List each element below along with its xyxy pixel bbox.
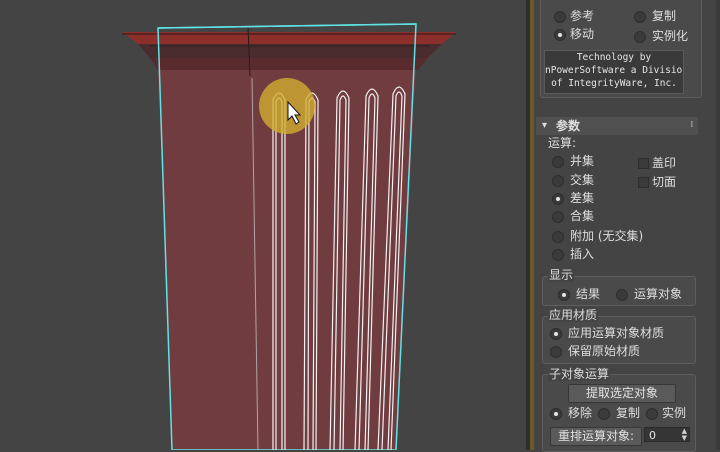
display-heading: 显示 <box>548 268 575 282</box>
credit-line-3: of IntegrityWare, Inc. <box>551 78 677 89</box>
credit-line-1: Technology by <box>576 52 652 63</box>
radio-op-union[interactable] <box>552 156 564 168</box>
label-imprint: 盖印 <box>652 156 677 170</box>
parameters-title: 参数 <box>556 119 581 133</box>
cursor-highlight <box>259 78 315 134</box>
radio-copy[interactable] <box>634 11 646 23</box>
reorder-spinner-value: 0 <box>649 429 656 442</box>
label-reference: 参考 <box>570 9 595 23</box>
label-move: 移动 <box>570 27 595 41</box>
radio-material-keep[interactable] <box>550 346 562 358</box>
spinner-arrows-icon[interactable]: ▲ ▼ <box>682 428 687 442</box>
label-copy: 复制 <box>652 9 677 23</box>
radio-op-insert[interactable] <box>552 249 564 261</box>
label-op-union: 并集 <box>570 154 595 168</box>
label-op-attach: 附加 (无交集) <box>570 229 644 243</box>
checkbox-cut-faces[interactable] <box>638 177 649 188</box>
credit-text-box: Technology by nPowerSoftware a Divisior … <box>544 50 684 94</box>
radio-extract-instance[interactable] <box>646 408 658 420</box>
command-panel: 参考 复制 移动 实例化 Technology by nPowerSoftwar… <box>534 0 720 452</box>
wireframe-cap-line <box>157 23 417 29</box>
radio-extract-move[interactable] <box>550 408 562 420</box>
radio-move[interactable] <box>554 29 566 41</box>
radio-op-subtraction[interactable] <box>552 193 564 205</box>
operation-heading: 运算: <box>548 136 577 150</box>
label-op-merge: 合集 <box>570 209 595 223</box>
label-instance: 实例化 <box>652 29 689 43</box>
label-extract-instance: 实例 <box>662 406 687 420</box>
subobject-heading: 子对象运算 <box>548 367 611 381</box>
label-op-insert: 插入 <box>570 247 595 261</box>
parameters-rollout-header[interactable]: ▾ 参数 ⁞ <box>536 117 698 135</box>
collapse-arrow-icon: ▾ <box>542 120 548 131</box>
label-material-apply: 应用运算对象材质 <box>568 326 665 340</box>
label-display-result: 结果 <box>576 287 601 301</box>
radio-op-attach[interactable] <box>552 231 564 243</box>
material-heading: 应用材质 <box>548 308 599 322</box>
radio-material-apply[interactable] <box>550 328 562 340</box>
checkbox-imprint[interactable] <box>638 158 649 169</box>
label-op-subtraction: 差集 <box>570 191 595 205</box>
extract-selected-button[interactable]: 提取选定对象 <box>568 384 676 403</box>
viewport-canvas[interactable] <box>0 0 526 450</box>
radio-instance[interactable] <box>634 31 646 43</box>
radio-display-result[interactable] <box>558 289 570 301</box>
label-extract-move: 移除 <box>568 406 593 420</box>
radio-display-operands[interactable] <box>616 289 628 301</box>
radio-reference[interactable] <box>554 11 566 23</box>
viewport[interactable] <box>0 0 526 450</box>
radio-op-intersection[interactable] <box>552 175 564 187</box>
radio-op-merge[interactable] <box>552 211 564 223</box>
reorder-operands-spinner[interactable]: 0 ▲ ▼ <box>644 427 690 442</box>
label-extract-copy: 复制 <box>616 406 641 420</box>
drag-handle-icon: ⁞ <box>690 120 694 130</box>
credit-line-2: nPowerSoftware a Divisior <box>545 65 684 76</box>
label-display-operands: 运算对象 <box>634 287 683 301</box>
label-material-keep: 保留原始材质 <box>568 344 641 358</box>
label-cut-faces: 切面 <box>652 175 677 189</box>
column-cap-ring[interactable] <box>150 58 428 70</box>
panel-scrollbar[interactable] <box>716 0 720 450</box>
label-op-intersection: 交集 <box>570 173 595 187</box>
radio-extract-copy[interactable] <box>598 408 610 420</box>
reorder-operands-button[interactable]: 重排运算对象: <box>550 427 642 446</box>
